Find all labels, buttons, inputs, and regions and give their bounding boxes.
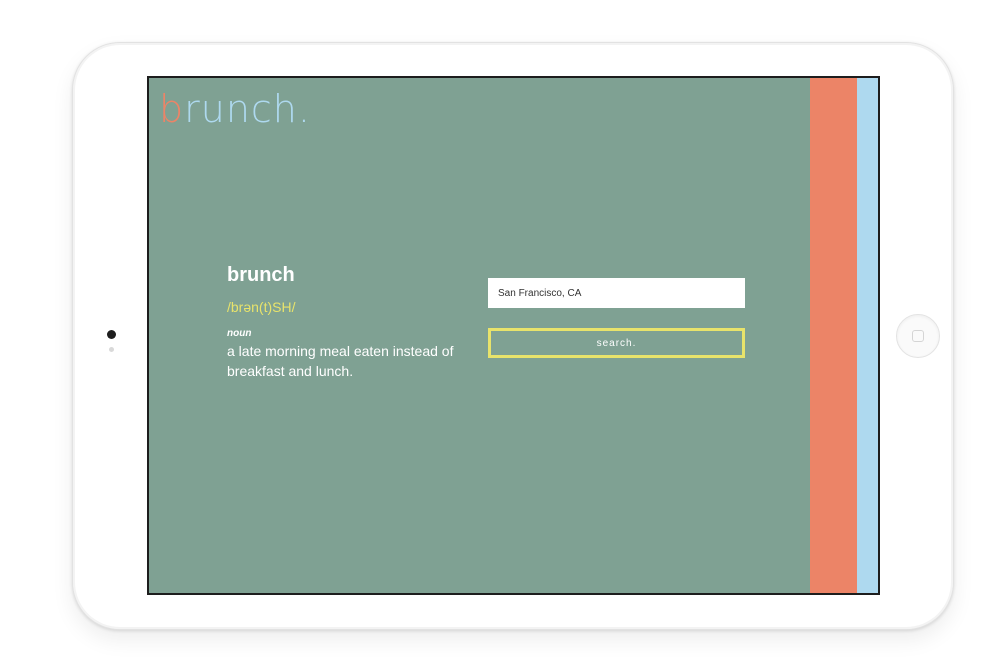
orange-stripe [810, 78, 857, 593]
blue-stripe [857, 78, 878, 593]
definition-word: brunch [227, 264, 295, 286]
home-button-icon [912, 330, 924, 342]
definition-meaning: a late morning meal eaten instead of bre… [227, 343, 454, 379]
camera-icon [107, 330, 116, 339]
definition-part-of-speech: noun [227, 328, 252, 339]
app-logo: brunch. [159, 90, 311, 128]
definition-block: brunch /brən(t)SH/ noun a late morning m… [227, 264, 467, 381]
definition-phonetic: /brən(t)SH/ [227, 299, 296, 315]
logo-rest: runch. [184, 87, 311, 131]
sensor-icon [109, 347, 114, 352]
search-button[interactable]: search. [488, 328, 745, 358]
logo-b: b [159, 87, 185, 131]
app-screen: brunch. brunch /brən(t)SH/ noun a late m… [147, 76, 880, 595]
location-input[interactable] [488, 278, 745, 308]
home-button[interactable] [896, 314, 940, 358]
